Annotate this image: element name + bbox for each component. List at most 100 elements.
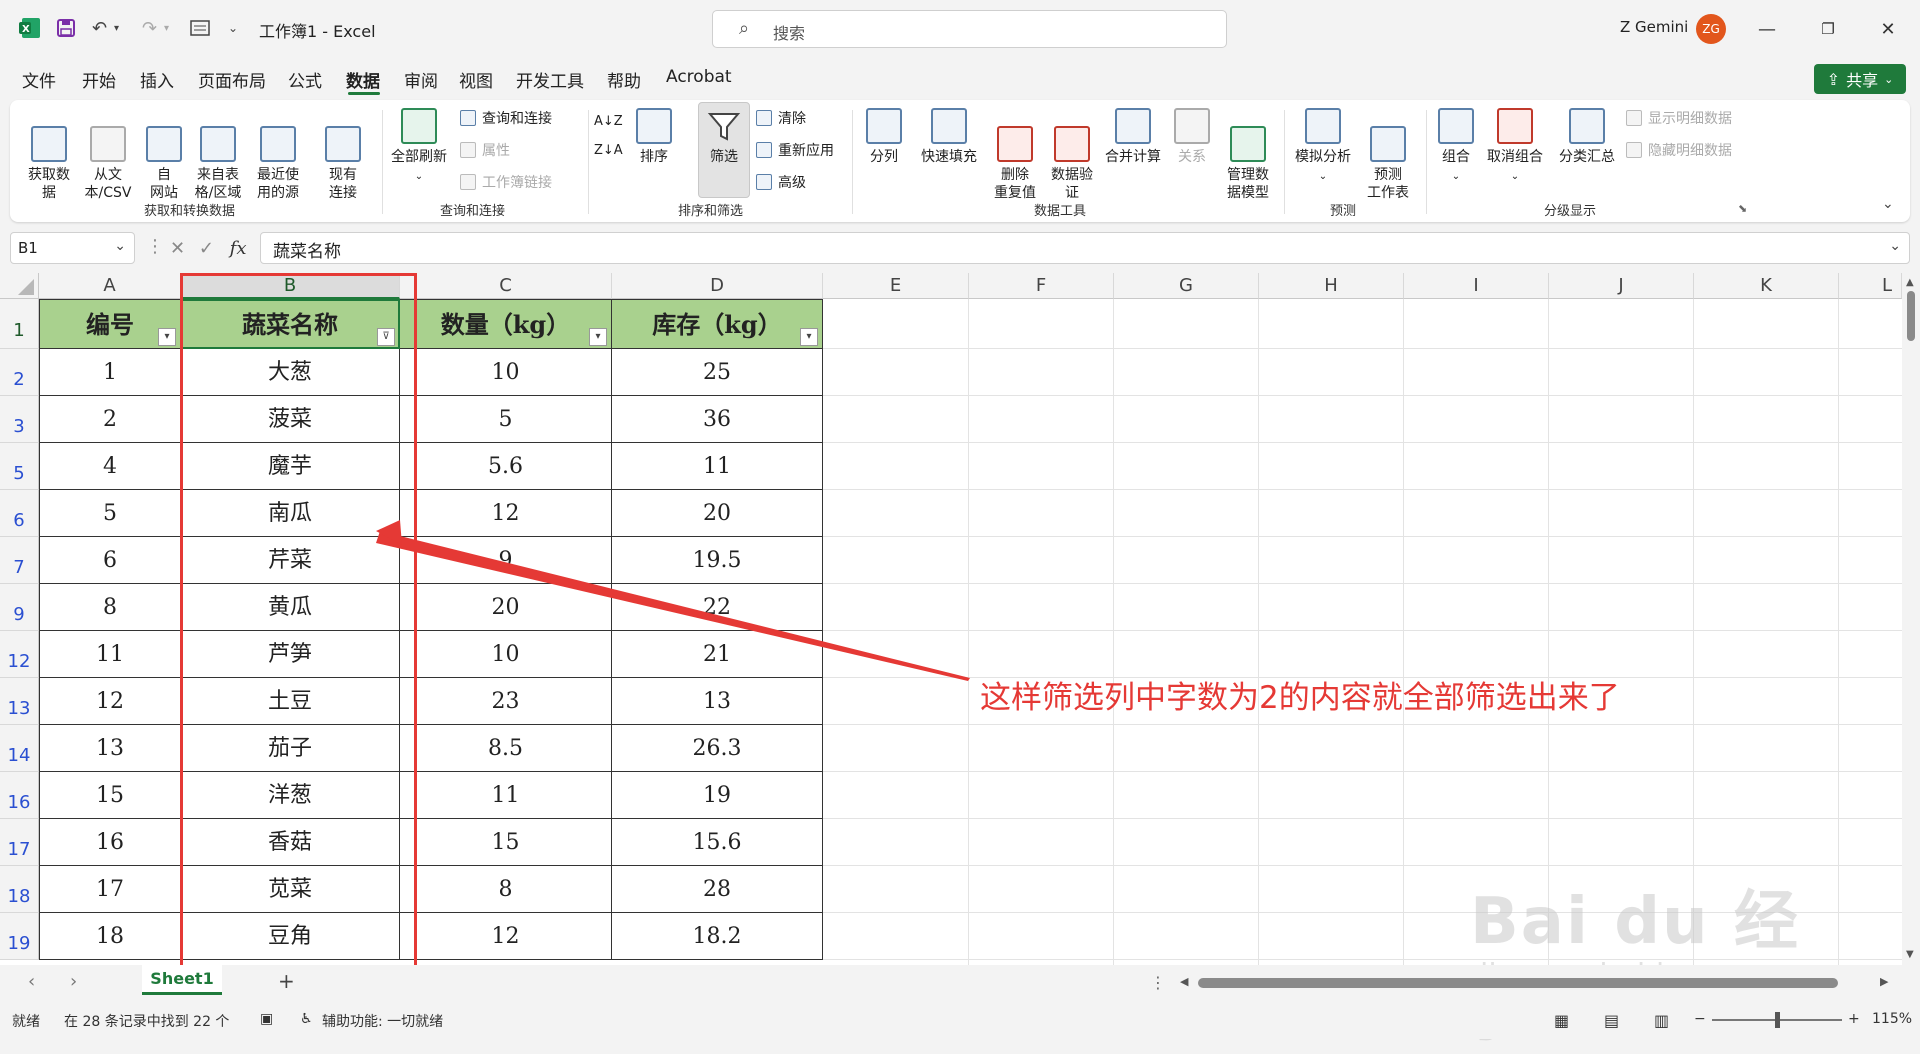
properties-button[interactable]: 属性 — [460, 140, 510, 160]
scroll-left-icon[interactable]: ◀ — [1180, 975, 1188, 988]
zoom-level[interactable]: 115% — [1872, 1011, 1912, 1027]
relationships-button[interactable]: 关系 — [1170, 108, 1214, 166]
queries-connections-button[interactable]: 查询和连接 — [460, 108, 552, 128]
dialog-launcher-icon[interactable]: ⬊ — [1738, 202, 1747, 215]
row-header[interactable]: 13 — [0, 678, 39, 725]
subtotal-button[interactable]: 分类汇总 — [1554, 108, 1620, 166]
zoom-slider-handle[interactable] — [1775, 1012, 1780, 1028]
row-header[interactable]: 2 — [0, 349, 39, 396]
tab-review[interactable]: 审阅 — [404, 67, 438, 92]
row-header[interactable]: 18 — [0, 866, 39, 913]
table-cell[interactable]: 16 — [39, 819, 181, 866]
table-cell[interactable]: 19 — [612, 772, 823, 819]
row-header[interactable]: 12 — [0, 631, 39, 678]
restore-icon[interactable]: ❐ — [1808, 14, 1848, 44]
table-cell[interactable]: 13 — [39, 725, 181, 772]
spreadsheet-grid[interactable]: A B C D E F G H I J K L 1 编号 ▾ 蔬菜名称 ⊽ 数量（kg） ▾… — [0, 273, 1902, 965]
add-sheet-button[interactable]: + — [278, 969, 295, 993]
data-model-button[interactable]: 管理数 据模型 — [1220, 108, 1276, 202]
reapply-button[interactable]: 重新应用 — [756, 140, 834, 160]
table-cell[interactable]: 10 — [400, 631, 612, 678]
table-cell[interactable]: 洋葱 — [181, 772, 400, 819]
cancel-icon[interactable]: ✕ — [170, 238, 185, 259]
more-options-icon[interactable]: ⋮ — [146, 236, 164, 257]
row-header[interactable]: 17 — [0, 819, 39, 866]
workbook-links-button[interactable]: 工作簿链接 — [460, 172, 552, 192]
tab-insert[interactable]: 插入 — [140, 67, 174, 92]
status-accessibility[interactable]: 辅助功能: 一切就绪 — [322, 1011, 443, 1031]
table-cell[interactable]: 23 — [400, 678, 612, 725]
normal-view-icon[interactable]: ▦ — [1554, 1011, 1569, 1030]
show-detail-button[interactable]: 显示明细数据 — [1626, 108, 1732, 128]
table-cell[interactable]: 21 — [612, 631, 823, 678]
table-header-cell[interactable]: 编号 ▾ — [39, 299, 181, 349]
table-cell[interactable]: 8 — [400, 866, 612, 913]
column-header-h[interactable]: H — [1259, 273, 1404, 299]
table-cell[interactable]: 芹菜 — [181, 537, 400, 584]
prev-sheet-icon[interactable]: ‹ — [28, 971, 35, 992]
consolidate-button[interactable]: 合并计算 — [1100, 108, 1166, 166]
avatar[interactable]: ZG — [1696, 14, 1726, 44]
table-cell[interactable]: 15.6 — [612, 819, 823, 866]
tab-formulas[interactable]: 公式 — [288, 67, 322, 92]
table-cell[interactable]: 魔芋 — [181, 443, 400, 490]
row-header[interactable]: 16 — [0, 772, 39, 819]
table-cell[interactable]: 11 — [612, 443, 823, 490]
table-cell[interactable]: 12 — [39, 678, 181, 725]
table-header-cell[interactable]: 数量（kg） ▾ — [400, 299, 612, 349]
data-validation-button[interactable]: 数据验 证 — [1044, 108, 1100, 202]
tab-acrobat[interactable]: Acrobat — [666, 67, 732, 87]
form-icon[interactable] — [190, 15, 210, 41]
table-header-cell[interactable]: 蔬菜名称 ⊽ — [181, 299, 400, 349]
filter-dropdown-icon[interactable]: ▾ — [158, 328, 176, 346]
table-cell[interactable]: 12 — [400, 490, 612, 537]
get-data-button[interactable]: 获取数 据 — [24, 108, 74, 202]
row-header[interactable]: 5 — [0, 443, 39, 490]
table-cell[interactable]: 20 — [612, 490, 823, 537]
customize-toolbar-icon[interactable]: ⌄ — [228, 15, 238, 41]
sort-descending-icon[interactable]: Z↓A — [594, 143, 623, 158]
table-cell[interactable]: 11 — [400, 772, 612, 819]
formula-input[interactable]: 蔬菜名称 ⌄ — [260, 232, 1910, 264]
recent-sources-button[interactable]: 最近使 用的源 — [250, 108, 306, 202]
table-cell[interactable]: 6 — [39, 537, 181, 584]
table-cell[interactable]: 4 — [39, 443, 181, 490]
vertical-scrollbar[interactable]: ▲ ▼ — [1902, 273, 1920, 965]
table-cell[interactable]: 15 — [39, 772, 181, 819]
table-cell[interactable]: 28 — [612, 866, 823, 913]
row-header[interactable]: 19 — [0, 913, 39, 960]
close-icon[interactable]: ✕ — [1868, 14, 1908, 44]
row-header[interactable]: 9 — [0, 584, 39, 631]
filter-dropdown-icon[interactable]: ▾ — [589, 328, 607, 346]
search-box[interactable]: ⌕ 搜索 — [712, 10, 1227, 48]
table-cell[interactable]: 26.3 — [612, 725, 823, 772]
filter-dropdown-icon[interactable]: ▾ — [800, 328, 818, 346]
from-web-button[interactable]: 自 网站 — [144, 108, 184, 202]
ungroup-button[interactable]: 取消组合 ⌄ — [1480, 108, 1550, 186]
table-cell[interactable]: 2 — [39, 396, 181, 443]
column-header-b[interactable]: B — [181, 273, 400, 299]
advanced-filter-button[interactable]: 高级 — [756, 172, 806, 192]
table-cell[interactable]: 8.5 — [400, 725, 612, 772]
save-icon[interactable] — [56, 15, 76, 41]
table-cell[interactable]: 11 — [39, 631, 181, 678]
table-cell[interactable]: 36 — [612, 396, 823, 443]
filter-button[interactable]: 筛选 — [700, 108, 748, 166]
table-cell[interactable]: 芦笋 — [181, 631, 400, 678]
table-cell[interactable]: 黄瓜 — [181, 584, 400, 631]
column-header-e[interactable]: E — [823, 273, 969, 299]
redo-icon[interactable]: ↷ — [142, 15, 157, 41]
tab-page-layout[interactable]: 页面布局 — [198, 67, 266, 92]
column-header-l[interactable]: L — [1839, 273, 1902, 299]
user-name[interactable]: Z Gemini — [1620, 18, 1688, 36]
enter-icon[interactable]: ✓ — [199, 238, 214, 259]
table-cell[interactable]: 18 — [39, 913, 181, 960]
more-options-icon[interactable]: ⋮ — [1150, 973, 1166, 992]
page-break-view-icon[interactable]: ▥ — [1654, 1011, 1669, 1030]
sheet-tab-sheet1[interactable]: Sheet1 — [142, 965, 222, 995]
name-box[interactable]: B1 ⌄ — [10, 232, 135, 264]
table-cell[interactable]: 5 — [39, 490, 181, 537]
column-header-g[interactable]: G — [1114, 273, 1259, 299]
table-cell[interactable]: 10 — [400, 349, 612, 396]
fx-icon[interactable]: fx — [230, 238, 247, 259]
